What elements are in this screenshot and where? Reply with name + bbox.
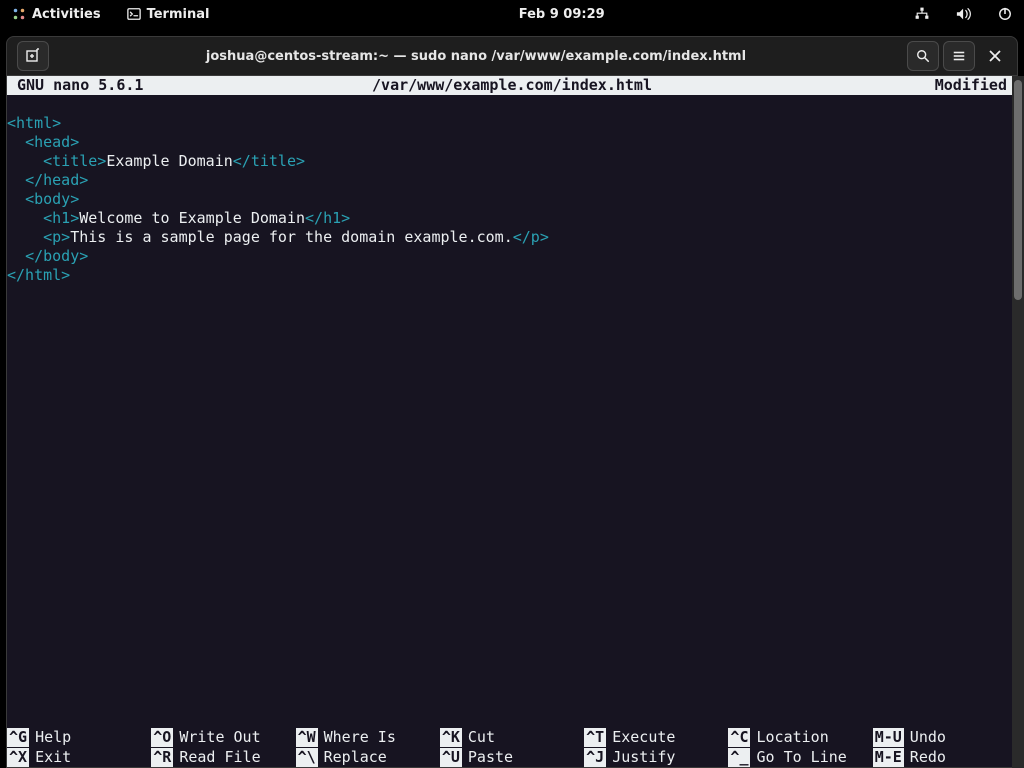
shortcut-key: ^_ [728, 748, 750, 767]
close-icon [989, 50, 1001, 62]
scrollbar-thumb[interactable] [1014, 80, 1022, 300]
code-tag: <p> [43, 228, 70, 246]
code-tag: </html> [7, 266, 70, 284]
shortcut-key: M-U [873, 728, 904, 747]
app-label: Terminal [147, 7, 210, 22]
shortcut-key: M-E [873, 748, 904, 767]
app-indicator[interactable]: Terminal [123, 5, 214, 24]
shortcut-label: Justify [612, 748, 675, 767]
shortcut-label: Location [756, 728, 828, 747]
code-tag: </head> [25, 171, 88, 189]
shortcut-key: ^U [440, 748, 462, 767]
shortcut-key: ^X [7, 748, 29, 767]
window-title: joshua@centos-stream:~ — sudo nano /var/… [49, 49, 903, 64]
shortcut-label: Replace [324, 748, 387, 767]
activities-label: Activities [32, 7, 101, 22]
terminal-headerbar: joshua@centos-stream:~ — sudo nano /var/… [6, 36, 1018, 76]
shortcut-key: ^O [151, 728, 173, 747]
code-tag: <title> [43, 152, 106, 170]
code-tag: </title> [233, 152, 305, 170]
nano-titlebar: GNU nano 5.6.1 /var/www/example.com/inde… [7, 76, 1017, 95]
shortcut-label: Exit [35, 748, 71, 767]
activities-button[interactable]: Activities [8, 5, 105, 24]
menu-button[interactable] [943, 41, 975, 71]
code-tag: <h1> [43, 209, 79, 227]
code-tag: <body> [25, 190, 79, 208]
code-tag: </body> [25, 247, 88, 265]
nano-shortcut-bar: ^G Help ^X Exit ^O Write Out ^R Read File ^W… [7, 727, 1017, 767]
hamburger-icon [952, 49, 966, 63]
shortcut-label: Paste [468, 748, 513, 767]
shortcut-label: Redo [910, 748, 946, 767]
code-text: This is a sample page for the domain exa… [70, 228, 513, 246]
shortcut-key: ^C [728, 728, 750, 747]
code-tag: <head> [25, 133, 79, 151]
clock[interactable]: Feb 9 09:29 [515, 5, 609, 24]
activities-icon [12, 7, 26, 21]
search-button[interactable] [907, 41, 939, 71]
shortcut-key: ^W [296, 728, 318, 747]
shortcut-key: ^K [440, 728, 462, 747]
shortcut-label: Where Is [324, 728, 396, 747]
shortcut-key: ^J [584, 748, 606, 767]
shortcut-label: Go To Line [756, 748, 846, 767]
shortcut-label: Execute [612, 728, 675, 747]
network-icon[interactable] [910, 5, 934, 23]
scrollbar[interactable] [1012, 76, 1024, 768]
new-tab-button[interactable] [17, 41, 49, 71]
volume-icon[interactable] [952, 5, 976, 23]
shortcut-label: Cut [468, 728, 495, 747]
shortcut-key: ^R [151, 748, 173, 767]
nano-status: Modified [935, 76, 1013, 95]
code-tag: <html> [7, 114, 61, 132]
nano-editor[interactable]: <html> <head> <title>Example Domain</tit… [7, 95, 1017, 727]
shortcut-label: Undo [910, 728, 946, 747]
shortcut-key: ^\ [296, 748, 318, 767]
power-icon[interactable] [994, 5, 1016, 23]
terminal-viewport[interactable]: GNU nano 5.6.1 /var/www/example.com/inde… [6, 76, 1018, 768]
nano-filepath: /var/www/example.com/index.html [7, 76, 1017, 95]
shortcut-label: Write Out [179, 728, 260, 747]
code-text: Welcome to Example Domain [79, 209, 305, 227]
shortcut-key: ^G [7, 728, 29, 747]
nano-version: GNU nano 5.6.1 [11, 76, 143, 95]
search-icon [916, 49, 930, 63]
shortcut-label: Read File [179, 748, 260, 767]
shortcut-key: ^T [584, 728, 606, 747]
terminal-icon [127, 7, 141, 21]
gnome-topbar: Activities Terminal Feb 9 09:29 [0, 0, 1024, 28]
code-tag: </p> [513, 228, 549, 246]
code-text: Example Domain [106, 152, 232, 170]
clock-label: Feb 9 09:29 [519, 7, 605, 22]
code-tag: </h1> [305, 209, 350, 227]
shortcut-label: Help [35, 728, 71, 747]
close-button[interactable] [979, 41, 1011, 71]
